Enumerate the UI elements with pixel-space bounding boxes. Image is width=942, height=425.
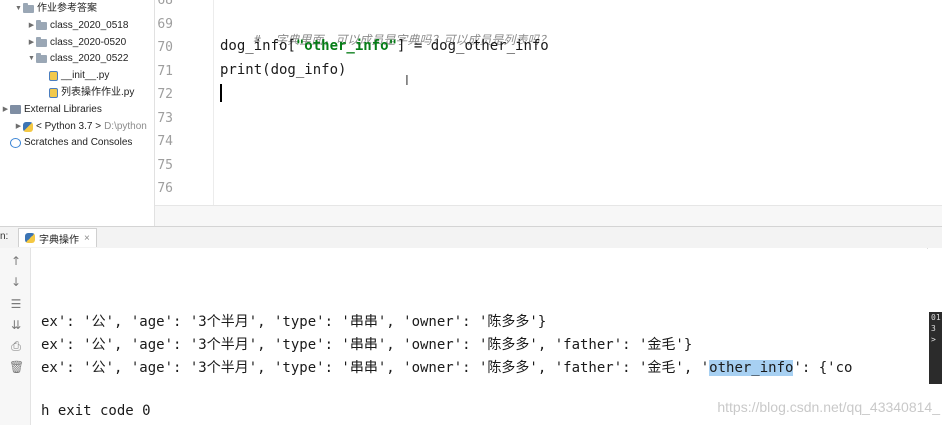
code-text: print(dog_info)	[220, 62, 347, 78]
python-file-icon	[49, 88, 58, 98]
python-file-icon	[49, 71, 58, 82]
run-side-toolbar: ↑ ↓ ☰ ⇊ ⎙ 🗑	[0, 248, 31, 425]
line-number: 69	[157, 16, 173, 32]
tree-item[interactable]: ▼ 作业参考答案	[14, 1, 97, 17]
library-icon	[10, 105, 21, 115]
tree-item-label: 作业参考答案	[37, 3, 97, 14]
python-icon	[23, 121, 33, 132]
code-editor[interactable]: # 字典里面，可以成员是字典吗？可以成员是列表吗？ dog_info["othe…	[214, 0, 942, 205]
code-text: ] = dog_other_info	[397, 38, 549, 54]
tree-item-label: __init__.py	[61, 70, 110, 82]
code-string: "other_info"	[295, 38, 398, 54]
trash-icon[interactable]: 🗑	[9, 360, 24, 374]
tree-item-label: External Libraries	[24, 103, 102, 115]
tree-item-label: class_2020_0518	[50, 19, 129, 31]
run-tab-label: 字典操作	[39, 234, 79, 246]
line-number: 74	[157, 134, 173, 149]
tree-item[interactable]: 列表操作作业.py	[40, 85, 134, 101]
console-text: ex': '公', 'age': '3个半月', 'type': '串串', '…	[41, 360, 710, 376]
code-line-71[interactable]: print(dog_info)	[220, 62, 346, 78]
chevron-down-icon[interactable]: ▼	[14, 1, 23, 17]
chevron-right-icon[interactable]: ▶	[27, 35, 36, 51]
chevron-right-icon[interactable]: ▶	[1, 102, 10, 118]
console-line: ex': '公', 'age': '3个半月', 'type': '串串', '…	[41, 357, 852, 377]
watermark: https://blog.csdn.net/qq_43340814_	[717, 399, 940, 415]
folder-icon	[36, 19, 47, 30]
tree-item-label: class_2020_0522	[50, 53, 129, 65]
project-tree: ▼ 作业参考答案 ▶ class_2020_0518 ▶ class_2020-0520 ▼…	[0, 0, 155, 226]
chevron-right-icon[interactable]: ▶	[27, 18, 36, 34]
console-exit-line: h exit code 0	[41, 403, 151, 419]
folder-icon	[23, 3, 34, 13]
editor-status-strip	[155, 205, 942, 227]
console-line: ex': '公', 'age': '3个半月', 'type': '串串', '…	[41, 314, 547, 330]
code-text: dog_info[	[220, 38, 296, 54]
folder-icon	[36, 53, 47, 64]
run-tab[interactable]: 字典操作 ×	[18, 228, 97, 247]
tree-item[interactable]: Scratches and Consoles	[1, 135, 132, 151]
console-text: ': {'co	[793, 360, 853, 376]
tree-item[interactable]: ▼ class_2020_0522	[27, 51, 128, 67]
tree-item-label: 列表操作作业.py	[61, 87, 135, 98]
tree-item-label: < Python 3.7 >	[36, 120, 102, 132]
folder-icon	[36, 36, 47, 47]
code-line-70[interactable]: dog_info["other_info"] = dog_other_info	[220, 38, 549, 54]
tree-item[interactable]: ▶ < Python 3.7 > D:\python	[14, 119, 147, 135]
line-number: 72	[157, 87, 173, 102]
text-caret	[220, 84, 222, 102]
search-highlight: other_info	[709, 360, 794, 376]
overlay-window-edge: 01 3 >	[929, 312, 942, 384]
close-icon[interactable]: ×	[84, 233, 90, 244]
chevron-right-icon[interactable]: ▶	[14, 119, 23, 135]
line-number: 71	[157, 63, 173, 79]
line-number: 68	[157, 0, 173, 8]
tree-item-path: D:\python	[104, 120, 147, 132]
chevron-down-icon[interactable]: ▼	[27, 51, 36, 67]
scroll-down-icon[interactable]: ↓	[9, 275, 23, 289]
line-number: 76	[157, 181, 173, 196]
tree-item[interactable]: ▶ class_2020-0520	[27, 35, 126, 51]
scroll-up-icon[interactable]: ↑	[9, 254, 23, 268]
scroll-to-end-icon[interactable]: ⇊	[9, 318, 23, 332]
mouse-ibeam-cursor-icon: I	[405, 74, 409, 89]
tree-item-label: Scratches and Consoles	[24, 137, 133, 149]
console-line: ex': '公', 'age': '3个半月', 'type': '串串', '…	[41, 337, 693, 353]
tree-item[interactable]: ▶ class_2020_0518	[27, 18, 128, 34]
line-number: 75	[157, 157, 173, 173]
editor-gutter: 68 69 70 71 72 73 74 75 76	[155, 0, 214, 205]
print-icon[interactable]: ⎙	[9, 339, 23, 354]
scratch-icon	[10, 138, 21, 149]
python-icon	[25, 233, 35, 243]
run-toolwindow-header: n: 字典操作 ×	[0, 226, 942, 249]
tree-item[interactable]: ▶ External Libraries	[1, 102, 102, 118]
tree-item[interactable]: __init__.py	[40, 68, 109, 84]
line-number: 70	[157, 40, 173, 55]
line-number: 73	[157, 110, 173, 126]
tree-item-label: class_2020-0520	[50, 36, 127, 48]
soft-wrap-icon[interactable]: ☰	[9, 297, 23, 311]
run-label: n:	[0, 231, 9, 242]
